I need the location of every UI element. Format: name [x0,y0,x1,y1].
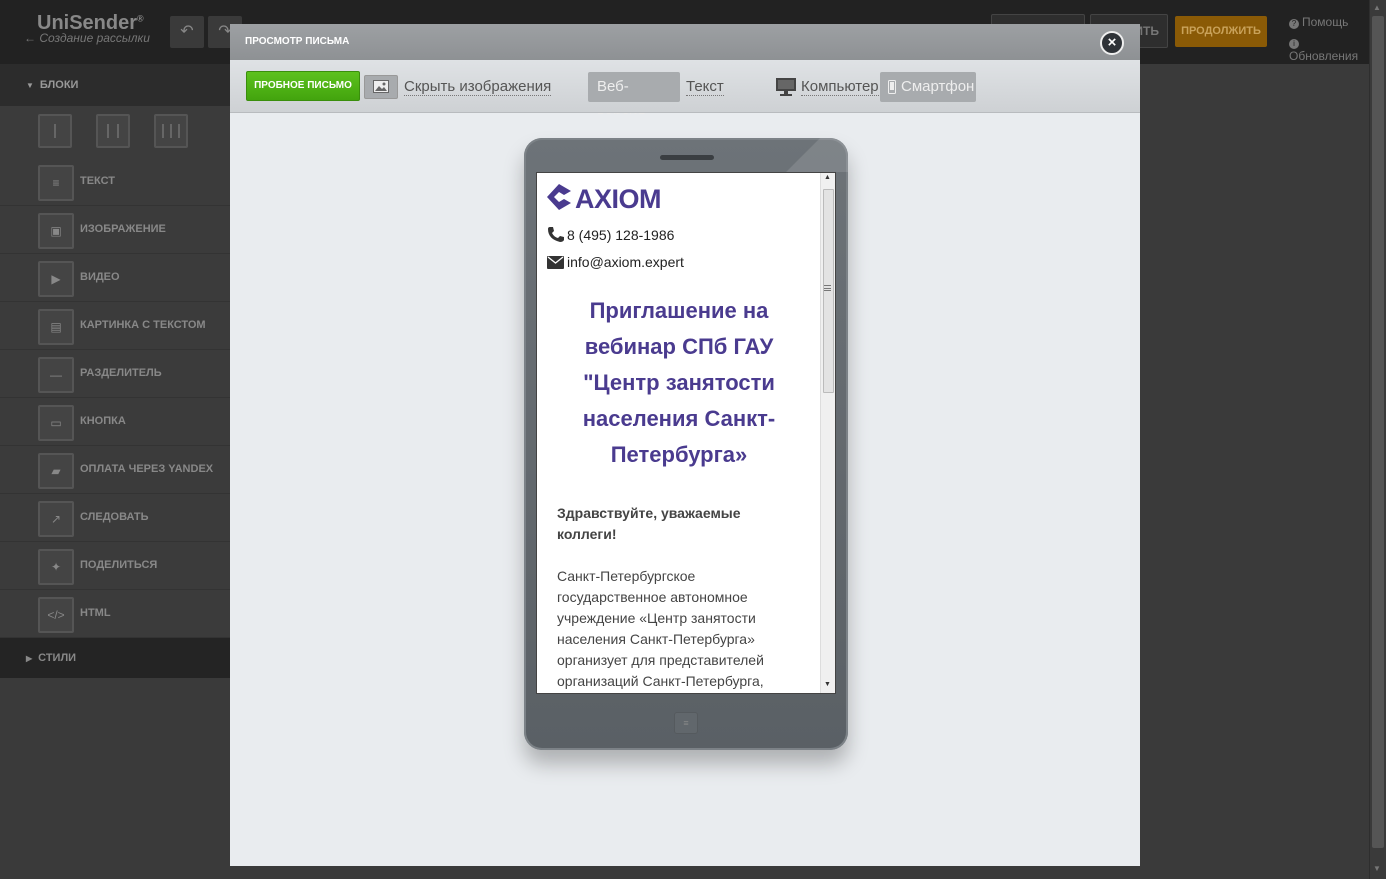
sidebar-block-item[interactable]: ≡ ТЕКСТ [0,158,230,206]
back-link[interactable]: ← Создание рассылки [24,31,150,45]
email-greeting: Здравствуйте, уважаемые коллеги! [557,505,741,542]
sidebar-block-item[interactable]: — РАЗДЕЛИТЕЛЬ [0,350,230,398]
test-email-button[interactable]: ПРОБНОЕ ПИСЬМО [246,71,360,101]
sidebar: ▼ БЛОКИ ≡ ТЕКСТ ▣ ИЗОБРАЖЕНИЕ ▶ ВИДЕО ▤ КАРТИНКА… [0,64,230,678]
sidebar-block-label: ИЗОБРАЖЕНИЕ [80,223,166,235]
smartphone-tab[interactable]: Смартфон [880,72,976,102]
desktop-icon[interactable] [775,77,797,96]
scroll-up-icon[interactable]: ▲ [824,174,831,181]
phone-shine [778,138,848,172]
grip-icon [824,285,831,291]
info-icon: ? [1289,19,1299,29]
sidebar-block-item[interactable]: ▭ КНОПКА [0,398,230,446]
sidebar-block-item[interactable]: ↗ СЛЕДОВАТЬ [0,494,230,542]
image-icon: ▣ [38,213,74,249]
follow-icon: ↗ [38,501,74,537]
three-column-icon[interactable] [96,114,130,148]
text-version-tab[interactable]: Текст [682,72,728,102]
wallet-icon: ▰ [38,453,74,489]
continue-button[interactable]: ПРОДОЛЖИТЬ [1175,16,1267,47]
modal-title: ПРОСМОТР ПИСЬМА [230,24,1140,60]
envelope-icon [547,256,564,269]
sidebar-block-item[interactable]: ✦ ПОДЕЛИТЬСЯ [0,542,230,590]
scroll-down-icon[interactable]: ▼ [1373,864,1381,873]
sidebar-block-label: СЛЕДОВАТЬ [80,511,149,523]
sidebar-block-label: РАЗДЕЛИТЕЛЬ [80,367,162,379]
text-icon: ≡ [38,165,74,201]
chevron-right-icon: ▶ [26,654,33,663]
help-link[interactable]: ? Помощь [1289,15,1348,29]
preview-area: AXIOM 8 (495) 128-1986 info@axiom.expert [230,114,1140,866]
sidebar-block-label: ПОДЕЛИТЬСЯ [80,559,158,571]
image-text-icon: ▤ [38,309,74,345]
modal-toolbar: ПРОБНОЕ ПИСЬМО Скрыть изображения Веб-ве… [230,60,1140,125]
home-button[interactable]: ≡ [674,712,698,734]
twitter-icon: ✦ [38,549,74,585]
close-button[interactable]: × [1100,31,1124,55]
button-icon: ▭ [38,405,74,441]
scroll-down-icon[interactable]: ▼ [824,681,831,688]
updates-link[interactable]: iОбновления [1289,35,1369,63]
sidebar-block-item[interactable]: </> HTML [0,590,230,638]
sidebar-block-item[interactable]: ▣ ИЗОБРАЖЕНИЕ [0,206,230,254]
scroll-up-icon[interactable]: ▲ [1373,3,1381,12]
sidebar-block-label: КАРТИНКА С ТЕКСТОМ [80,319,206,331]
video-icon: ▶ [38,261,74,297]
sidebar-block-item[interactable]: ▰ ОПЛАТА ЧЕРЕЗ YANDEX [0,446,230,494]
sidebar-block-label: HTML [80,607,111,619]
two-column-icon[interactable] [38,114,72,148]
preview-modal: ПРОСМОТР ПИСЬМА × ПРОБНОЕ ПИСЬМО Скрыть … [230,24,1140,866]
email-body-text: Санкт-Петербургское государственное авто… [557,568,764,689]
email-scroll-thumb[interactable] [823,189,834,393]
undo-button[interactable]: ↶ [170,16,204,48]
sidebar-block-item[interactable]: ▤ КАРТИНКА С ТЕКСТОМ [0,302,230,350]
hide-images-link[interactable]: Скрыть изображения [404,79,552,96]
blocks-header[interactable]: ▼ БЛОКИ [0,64,230,106]
sidebar-block-label: ТЕКСТ [80,175,116,187]
web-version-tab[interactable]: Веб-версия [588,72,680,125]
hide-images-toggle[interactable] [364,75,398,99]
smartphone-icon [888,80,896,94]
four-column-icon[interactable] [154,114,188,148]
divider-icon: — [38,357,74,393]
email-scrollbar[interactable]: ▲ ▼ [820,173,835,693]
phone-contact: 8 (495) 128-1986 [547,227,674,243]
sidebar-block-label: ОПЛАТА ЧЕРЕЗ YANDEX [80,463,214,475]
sidebar-block-label: КНОПКА [80,415,126,427]
phone-speaker [660,155,714,160]
phone-frame: AXIOM 8 (495) 128-1986 info@axiom.expert [524,138,848,750]
code-icon: </> [38,597,74,633]
desktop-link[interactable]: Компьютер [801,79,879,96]
sidebar-block-item[interactable]: ▶ ВИДЕО [0,254,230,302]
email-contact: info@axiom.expert [547,254,684,270]
page-scrollbar[interactable]: ▲ ▼ [1369,0,1386,879]
chevron-down-icon: ▼ [26,81,34,90]
info-icon: i [1289,39,1299,49]
email-headline: Приглашение на вебинар СПб ГАУ "Центр за… [582,298,776,467]
layout-row [0,106,230,158]
styles-header[interactable]: ▶ СТИЛИ [0,638,230,678]
axiom-logo-mark-icon [547,184,571,210]
phone-icon [548,227,564,242]
image-icon [373,80,389,93]
phone-screen[interactable]: AXIOM 8 (495) 128-1986 info@axiom.expert [536,172,836,694]
sidebar-block-label: ВИДЕО [80,271,120,283]
scroll-thumb[interactable] [1372,16,1384,848]
